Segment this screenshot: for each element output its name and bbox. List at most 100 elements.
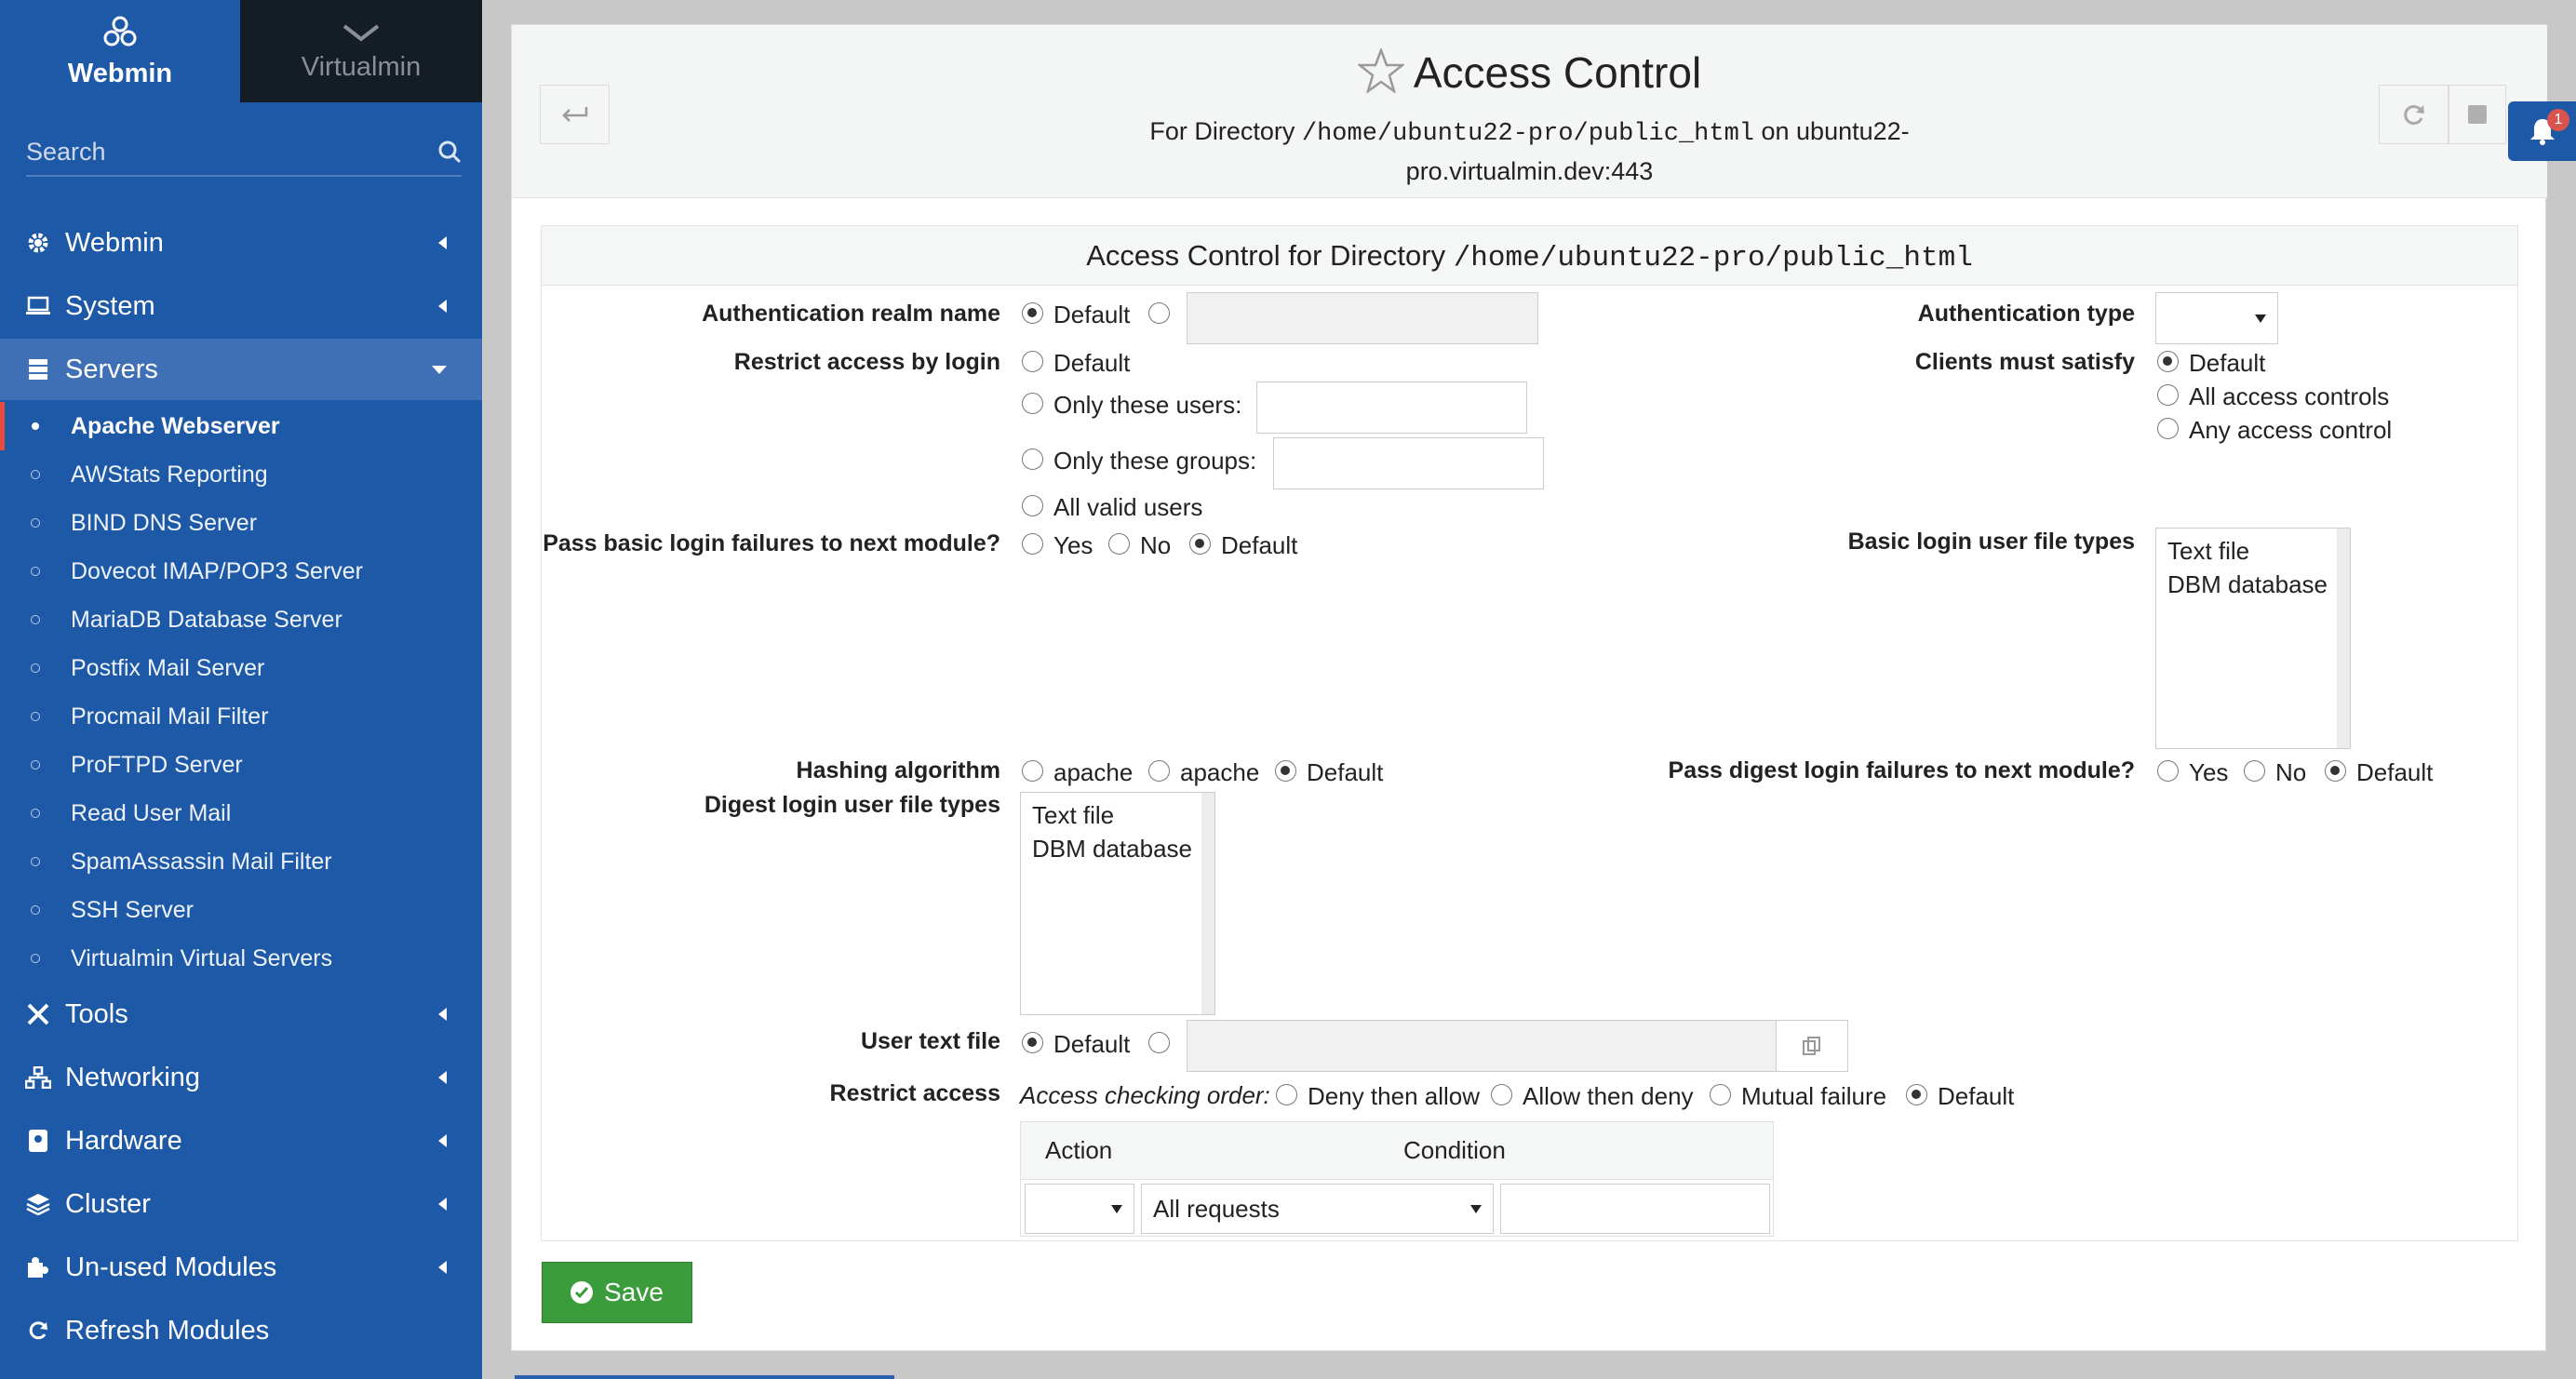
bullet-icon	[31, 567, 40, 576]
hashing-default-radio[interactable]	[1275, 760, 1296, 782]
sidebar-item-apache-webserver[interactable]: Apache Webserver	[0, 402, 482, 450]
auth-type-select[interactable]	[2155, 292, 2278, 344]
puzzle-icon	[24, 1253, 52, 1281]
square-button[interactable]	[2449, 85, 2506, 144]
sidebar-item-dovecot[interactable]: Dovecot IMAP/POP3 Server	[0, 547, 482, 596]
scrollbar[interactable]	[2337, 529, 2350, 748]
restrict-login-default-radio[interactable]	[1022, 351, 1043, 372]
table-header: Action Condition	[1021, 1122, 1773, 1180]
restrict-login-users-label: Only these users:	[1053, 391, 1242, 419]
sidebar-item-mariadb[interactable]: MariaDB Database Server	[0, 596, 482, 644]
restrict-login-default-label: Default	[1053, 349, 1131, 377]
sidebar-item-procmail[interactable]: Procmail Mail Filter	[0, 692, 482, 741]
page-title: Access Control	[512, 47, 2547, 103]
sidebar-category-hardware[interactable]: Hardware	[0, 1110, 482, 1171]
sidebar-refresh-modules[interactable]: Refresh Modules	[0, 1300, 482, 1361]
realm-input[interactable]	[1187, 292, 1538, 344]
digest-fail-no-radio[interactable]	[2244, 760, 2265, 782]
user-text-file-default-radio[interactable]	[1022, 1032, 1043, 1053]
sidebar-category-servers[interactable]: Servers	[0, 339, 482, 400]
basic-fail-no-radio[interactable]	[1108, 533, 1130, 555]
user-text-file-input[interactable]	[1187, 1020, 1777, 1072]
action-select[interactable]	[1025, 1184, 1134, 1234]
sidebar-item-spamassassin[interactable]: SpamAssassin Mail Filter	[0, 837, 482, 886]
clients-default-radio[interactable]	[2157, 351, 2179, 372]
digest-fail-yes-radio[interactable]	[2157, 760, 2179, 782]
order-default-label: Default	[1938, 1082, 2015, 1110]
user-text-file-label: User text file	[860, 1028, 1000, 1054]
bullet-icon	[31, 663, 40, 673]
order-mutual-label: Mutual failure	[1741, 1082, 1887, 1110]
sidebar-category-tools[interactable]: Tools	[0, 984, 482, 1045]
virtualmin-switch[interactable]: Virtualmin	[240, 0, 482, 102]
list-option[interactable]: Text file	[2167, 534, 2339, 568]
sidebar-item-label: Virtualmin Virtual Servers	[71, 944, 333, 971]
restrict-login-users-radio[interactable]	[1022, 393, 1043, 414]
restrict-login-groups-radio[interactable]	[1022, 449, 1043, 470]
digest-filetypes-list[interactable]: Text file DBM database	[1020, 792, 1215, 1015]
notifications-button[interactable]: 1	[2508, 101, 2576, 161]
clients-any-radio[interactable]	[2157, 418, 2179, 439]
condition-select[interactable]: All requests	[1141, 1184, 1494, 1234]
subtitle-host: pro.virtualmin.dev:443	[1405, 157, 1654, 185]
realm-custom-radio[interactable]	[1148, 302, 1170, 324]
file-chooser-button[interactable]	[1776, 1020, 1848, 1072]
tools-icon	[24, 1000, 52, 1028]
chevron-left-icon	[438, 300, 447, 313]
scrollbar[interactable]	[1201, 793, 1214, 1014]
list-option[interactable]: Text file	[1032, 798, 1203, 832]
sidebar-item-bind-dns[interactable]: BIND DNS Server	[0, 499, 482, 547]
dropdown-caret-icon	[1111, 1205, 1122, 1213]
search-input[interactable]: Search	[26, 128, 462, 177]
sidebar-category-networking[interactable]: Networking	[0, 1047, 482, 1108]
gear-icon	[24, 229, 52, 257]
page-title-text: Access Control	[1413, 48, 1702, 97]
condition-value-input[interactable]	[1500, 1184, 1770, 1234]
sidebar-item-label: Procmail Mail Filter	[71, 703, 269, 730]
sidebar-item-awstats[interactable]: AWStats Reporting	[0, 450, 482, 499]
page-header: Access Control For Directory /home/ubunt…	[512, 25, 2547, 198]
order-mutual-radio[interactable]	[1710, 1084, 1731, 1105]
refresh-button[interactable]	[2379, 85, 2449, 144]
condition-value: All requests	[1153, 1194, 1280, 1223]
webmin-switch[interactable]: Webmin	[0, 0, 240, 102]
sidebar-category-unused-modules[interactable]: Un-used Modules	[0, 1237, 482, 1298]
order-deny-allow-radio[interactable]	[1276, 1084, 1297, 1105]
refresh-icon	[24, 1317, 52, 1345]
list-option[interactable]: DBM database	[1032, 832, 1203, 865]
bullet-icon	[31, 809, 40, 818]
sidebar-item-read-user-mail[interactable]: Read User Mail	[0, 789, 482, 837]
digest-fail-yes-label: Yes	[2189, 758, 2229, 786]
basic-fail-default-radio[interactable]	[1189, 533, 1211, 555]
order-default-radio[interactable]	[1906, 1084, 1927, 1105]
clients-all-radio[interactable]	[2157, 384, 2179, 406]
digest-fail-default-radio[interactable]	[2325, 760, 2346, 782]
sidebar-item-postfix[interactable]: Postfix Mail Server	[0, 644, 482, 692]
realm-default-radio[interactable]	[1022, 302, 1043, 324]
basic-fail-yes-radio[interactable]	[1022, 533, 1043, 555]
search-icon[interactable]	[437, 140, 462, 164]
digest-fail-no-label: No	[2275, 758, 2307, 786]
sidebar-category-cluster[interactable]: Cluster	[0, 1173, 482, 1235]
sidebar-item-proftpd[interactable]: ProFTPD Server	[0, 741, 482, 789]
hashing-opt1-radio[interactable]	[1022, 760, 1043, 782]
restrict-login-valid-radio[interactable]	[1022, 495, 1043, 516]
chevron-left-icon	[438, 1071, 447, 1084]
user-text-file-custom-radio[interactable]	[1148, 1032, 1170, 1053]
sidebar-item-ssh-server[interactable]: SSH Server	[0, 886, 482, 934]
sidebar-item-label: BIND DNS Server	[71, 509, 258, 536]
groups-input[interactable]	[1273, 437, 1544, 489]
order-allow-deny-radio[interactable]	[1491, 1084, 1512, 1105]
list-option[interactable]: DBM database	[2167, 568, 2339, 601]
save-button[interactable]: Save	[542, 1262, 692, 1323]
basic-fail-default-label: Default	[1221, 531, 1298, 559]
star-icon[interactable]	[1356, 47, 1406, 103]
users-input[interactable]	[1256, 382, 1527, 434]
bullet-icon	[31, 954, 40, 963]
virtualmin-switch-label: Virtualmin	[301, 51, 422, 82]
sidebar-item-virtualmin-servers[interactable]: Virtualmin Virtual Servers	[0, 934, 482, 983]
sidebar-category-webmin[interactable]: Webmin	[0, 212, 482, 274]
hashing-opt2-radio[interactable]	[1148, 760, 1170, 782]
basic-filetypes-list[interactable]: Text file DBM database	[2155, 528, 2351, 749]
sidebar-category-system[interactable]: System	[0, 275, 482, 337]
